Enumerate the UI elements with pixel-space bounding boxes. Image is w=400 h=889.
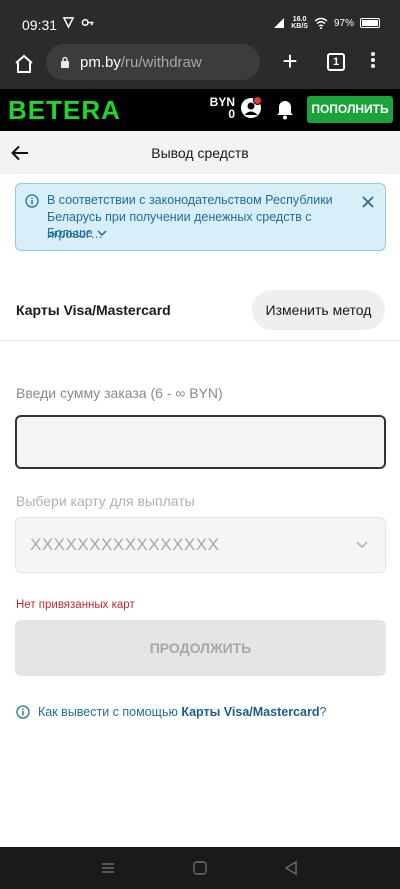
amount-input[interactable] (15, 415, 386, 469)
tab-switcher-button[interactable]: 1 (327, 53, 345, 71)
status-time: 09:31 (22, 17, 58, 33)
card-select-label: Выбери карту для выплаты (16, 493, 195, 509)
close-icon[interactable] (362, 196, 374, 208)
amount-label: Введи сумму заказа (6 - ∞ BYN) (16, 385, 223, 401)
url-host: pm.by (80, 53, 121, 71)
back-nav-icon[interactable] (283, 860, 299, 876)
continue-button[interactable]: ПРОДОЛЖИТЬ (15, 620, 386, 676)
url-path: /ru/withdraw (120, 53, 202, 71)
new-tab-button[interactable]: + (278, 48, 302, 74)
help-link[interactable]: Как вывести с помощью Карты Visa/Masterc… (16, 705, 326, 719)
info-icon (25, 194, 39, 208)
bell-icon[interactable] (275, 98, 295, 120)
card-select[interactable]: XXXXXXXXXXXXXXXX (15, 517, 386, 573)
notification-dot (253, 96, 262, 105)
network-speed: 16.0 KB/S (291, 16, 308, 30)
page-title: Вывод средств (151, 145, 249, 161)
home-icon[interactable] (12, 52, 36, 76)
help-suffix: ? (319, 705, 327, 719)
betera-logo[interactable]: BETERA (8, 95, 121, 126)
change-method-button[interactable]: Изменить метод (252, 290, 385, 330)
notice-more-label: Больше (47, 226, 93, 240)
topup-button[interactable]: ПОПОЛНИТЬ (307, 96, 393, 123)
signal-icon (274, 18, 285, 28)
site-header: BETERA BYN 0 ПОПОЛНИТЬ (0, 89, 400, 131)
legal-notice: В соответствии с законодательством Респу… (15, 183, 386, 251)
payment-method-name: Карты Visa/Mastercard (16, 302, 171, 318)
key-icon (81, 18, 94, 27)
balance-amount: 0 (228, 107, 235, 121)
battery-icon (360, 18, 380, 28)
system-navigation-bar (0, 847, 400, 889)
card-select-value: XXXXXXXXXXXXXXXX (30, 535, 220, 554)
address-bar[interactable]: pm.by/ru/withdraw (46, 44, 260, 80)
payment-method-row: Карты Visa/Mastercard Изменить метод (0, 285, 400, 341)
notice-more-link[interactable]: Больше (47, 226, 107, 240)
help-method: Карты Visa/Mastercard (181, 705, 320, 719)
recents-icon[interactable] (100, 860, 116, 876)
browser-menu-button[interactable] (366, 50, 380, 74)
vpn-shield-icon (62, 17, 75, 29)
wifi-icon (314, 17, 328, 29)
info-icon (16, 705, 30, 719)
home-nav-icon[interactable] (192, 860, 208, 876)
card-error-message: Нет привязанных карт (16, 599, 135, 611)
help-prefix: Как вывести с помощью (38, 705, 178, 719)
page-header: Вывод средств (0, 131, 400, 174)
chevron-down-icon (356, 541, 368, 549)
browser-toolbar: pm.by/ru/withdraw + 1 (0, 40, 400, 90)
battery-percent: 97% (333, 17, 354, 29)
balance[interactable]: BYN 0 (209, 96, 235, 120)
lock-icon (61, 56, 69, 68)
chevron-down-icon (97, 229, 107, 236)
